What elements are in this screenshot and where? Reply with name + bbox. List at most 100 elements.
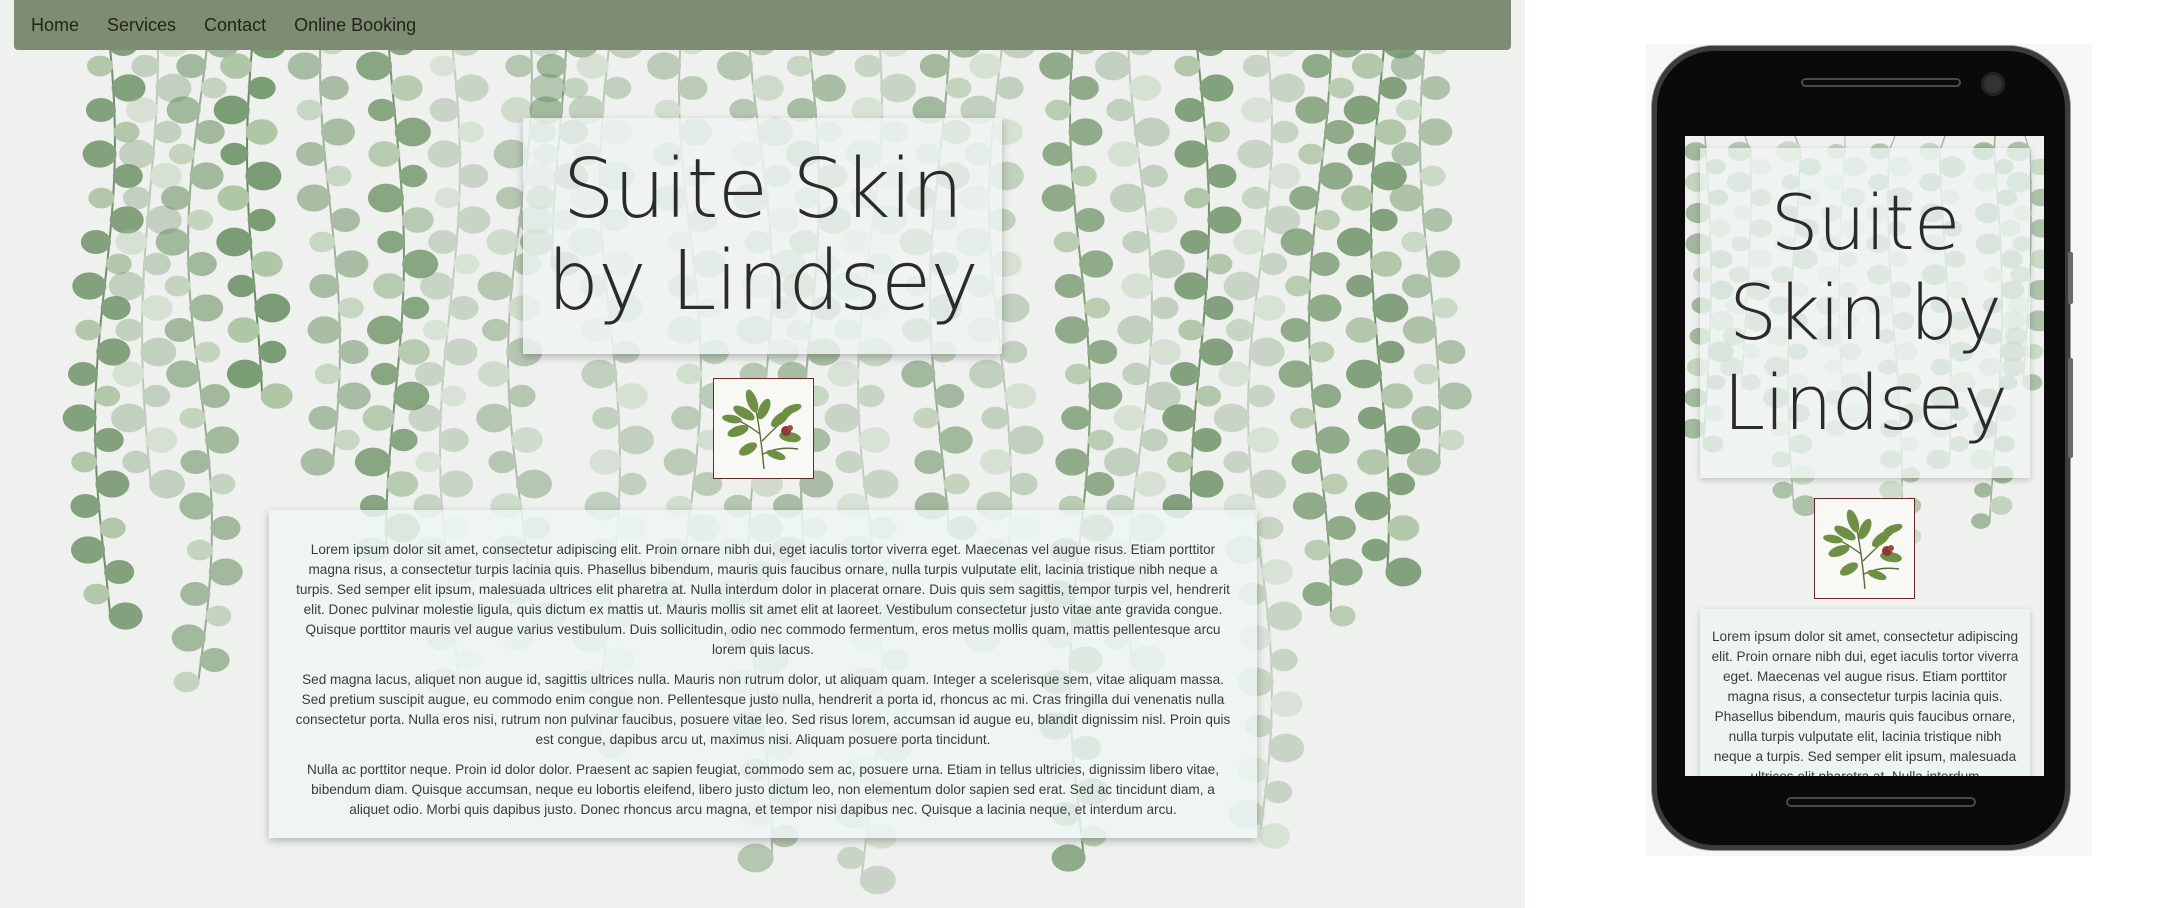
vine-leaf	[1241, 186, 1270, 210]
vine-leaf	[1346, 359, 1382, 389]
vine-leaf	[247, 208, 276, 232]
nav-contact[interactable]: Contact	[204, 15, 266, 36]
vine-leaf	[1068, 76, 1099, 100]
vine-leaf	[454, 74, 489, 102]
vine-leaf	[68, 362, 98, 386]
vine-leaf	[356, 51, 393, 81]
vine-leaf	[1121, 273, 1154, 299]
vine-leaf	[140, 295, 173, 321]
vine-leaf	[1237, 139, 1274, 169]
vine-leaf	[1307, 294, 1342, 322]
vine-leaf	[1109, 183, 1146, 213]
vine-leaf	[95, 470, 130, 498]
nav-home[interactable]: Home	[31, 15, 79, 36]
vine-leaf	[429, 55, 456, 77]
vine-leaf	[176, 54, 207, 78]
vine-leaf	[1437, 382, 1472, 410]
vine-leaf	[336, 382, 371, 410]
vine-leaf	[603, 76, 632, 100]
vine-leaf	[617, 425, 654, 455]
vine-leaf	[1041, 184, 1076, 212]
vine-leaf	[105, 253, 132, 275]
vine-leaf	[111, 403, 147, 433]
vine-leaf	[1258, 823, 1291, 849]
vine-leaf	[1139, 164, 1168, 188]
vine-leaf	[168, 143, 195, 165]
vine-leaf	[71, 536, 105, 564]
vine-leaf	[122, 186, 151, 210]
vine-leaf	[1309, 252, 1340, 276]
vine-leaf	[216, 227, 253, 257]
vine-leaf	[1139, 428, 1168, 452]
vine-leaf	[370, 362, 399, 386]
vine-leaf	[287, 52, 322, 80]
vine-leaf	[1361, 538, 1390, 562]
vine-leaf	[85, 98, 116, 122]
vine-leaf	[1343, 95, 1380, 125]
vine-leaf	[108, 271, 145, 301]
vine-leaf	[199, 384, 230, 408]
vine-leaf	[1291, 450, 1322, 474]
vine-leaf	[1370, 251, 1402, 277]
vine-leaf	[1357, 449, 1390, 475]
vine-leaf	[1328, 558, 1363, 586]
vine-leaf	[1266, 601, 1302, 631]
vine-leaf	[1391, 142, 1422, 166]
vine-leaf	[1174, 140, 1209, 168]
vine-leaf	[1268, 163, 1301, 189]
vine-leaf	[1087, 340, 1118, 364]
vine-leaf	[824, 403, 861, 433]
vine-leaf	[453, 253, 480, 275]
vine-leaf	[1246, 384, 1275, 408]
vine-leaf	[245, 119, 278, 145]
mobile-hero-title: Suite Skin by Lindsey	[1722, 178, 2008, 447]
vine-leaf	[389, 428, 418, 452]
vine-leaf	[943, 473, 970, 495]
vine-leaf	[827, 361, 860, 387]
vine-leaf	[173, 671, 200, 693]
vine-leaf	[1264, 780, 1293, 804]
vine-leaf	[1051, 844, 1086, 872]
vine-leaf	[1402, 274, 1432, 298]
vine-leaf	[62, 404, 97, 432]
vine-leaf	[1084, 472, 1115, 496]
vine-leaf	[1426, 250, 1461, 278]
vine-leaf	[880, 73, 916, 103]
vine-leaf	[1162, 404, 1197, 432]
vine-leaf	[200, 77, 227, 99]
vine-leaf	[488, 450, 517, 474]
vine-leaf	[1302, 582, 1333, 606]
vine-leaf	[164, 275, 191, 297]
vine-leaf	[112, 361, 145, 387]
vine-leaf	[1346, 274, 1375, 298]
vine-leaf	[835, 450, 864, 474]
vine-leaf	[858, 427, 891, 453]
vine-leaf	[250, 251, 283, 277]
vine-leaf	[83, 583, 110, 605]
vine-leaf	[536, 54, 567, 78]
vine-leaf	[401, 207, 434, 233]
vine-leaf	[1106, 98, 1135, 122]
vine-leaf	[1145, 207, 1178, 233]
vine-leaf	[1328, 77, 1354, 99]
vine-leaf	[476, 403, 513, 433]
nav-services[interactable]: Services	[107, 15, 176, 36]
vine-leaf	[1435, 340, 1466, 364]
vine-leaf	[333, 429, 360, 451]
nav-online-booking[interactable]: Online Booking	[294, 15, 416, 36]
vine-leaf	[1053, 231, 1080, 253]
vine-leaf	[189, 294, 224, 322]
vine-leaf	[1199, 338, 1233, 366]
vine-leaf	[104, 560, 135, 584]
vine-leaf	[1313, 209, 1340, 231]
vine-leaf	[448, 296, 479, 320]
vine-leaf	[1268, 733, 1305, 763]
vine-leaf	[245, 161, 282, 191]
vine-leaf	[427, 140, 462, 168]
vine-leaf	[482, 318, 510, 342]
vine-leaf	[1372, 293, 1409, 323]
vine-leaf	[1068, 118, 1103, 146]
vine-leaf	[386, 471, 419, 497]
vine-leaf	[1411, 406, 1442, 430]
phone-screen[interactable]: Suite Skin by Lindsey Lorem ipsum dolor …	[1685, 136, 2044, 776]
